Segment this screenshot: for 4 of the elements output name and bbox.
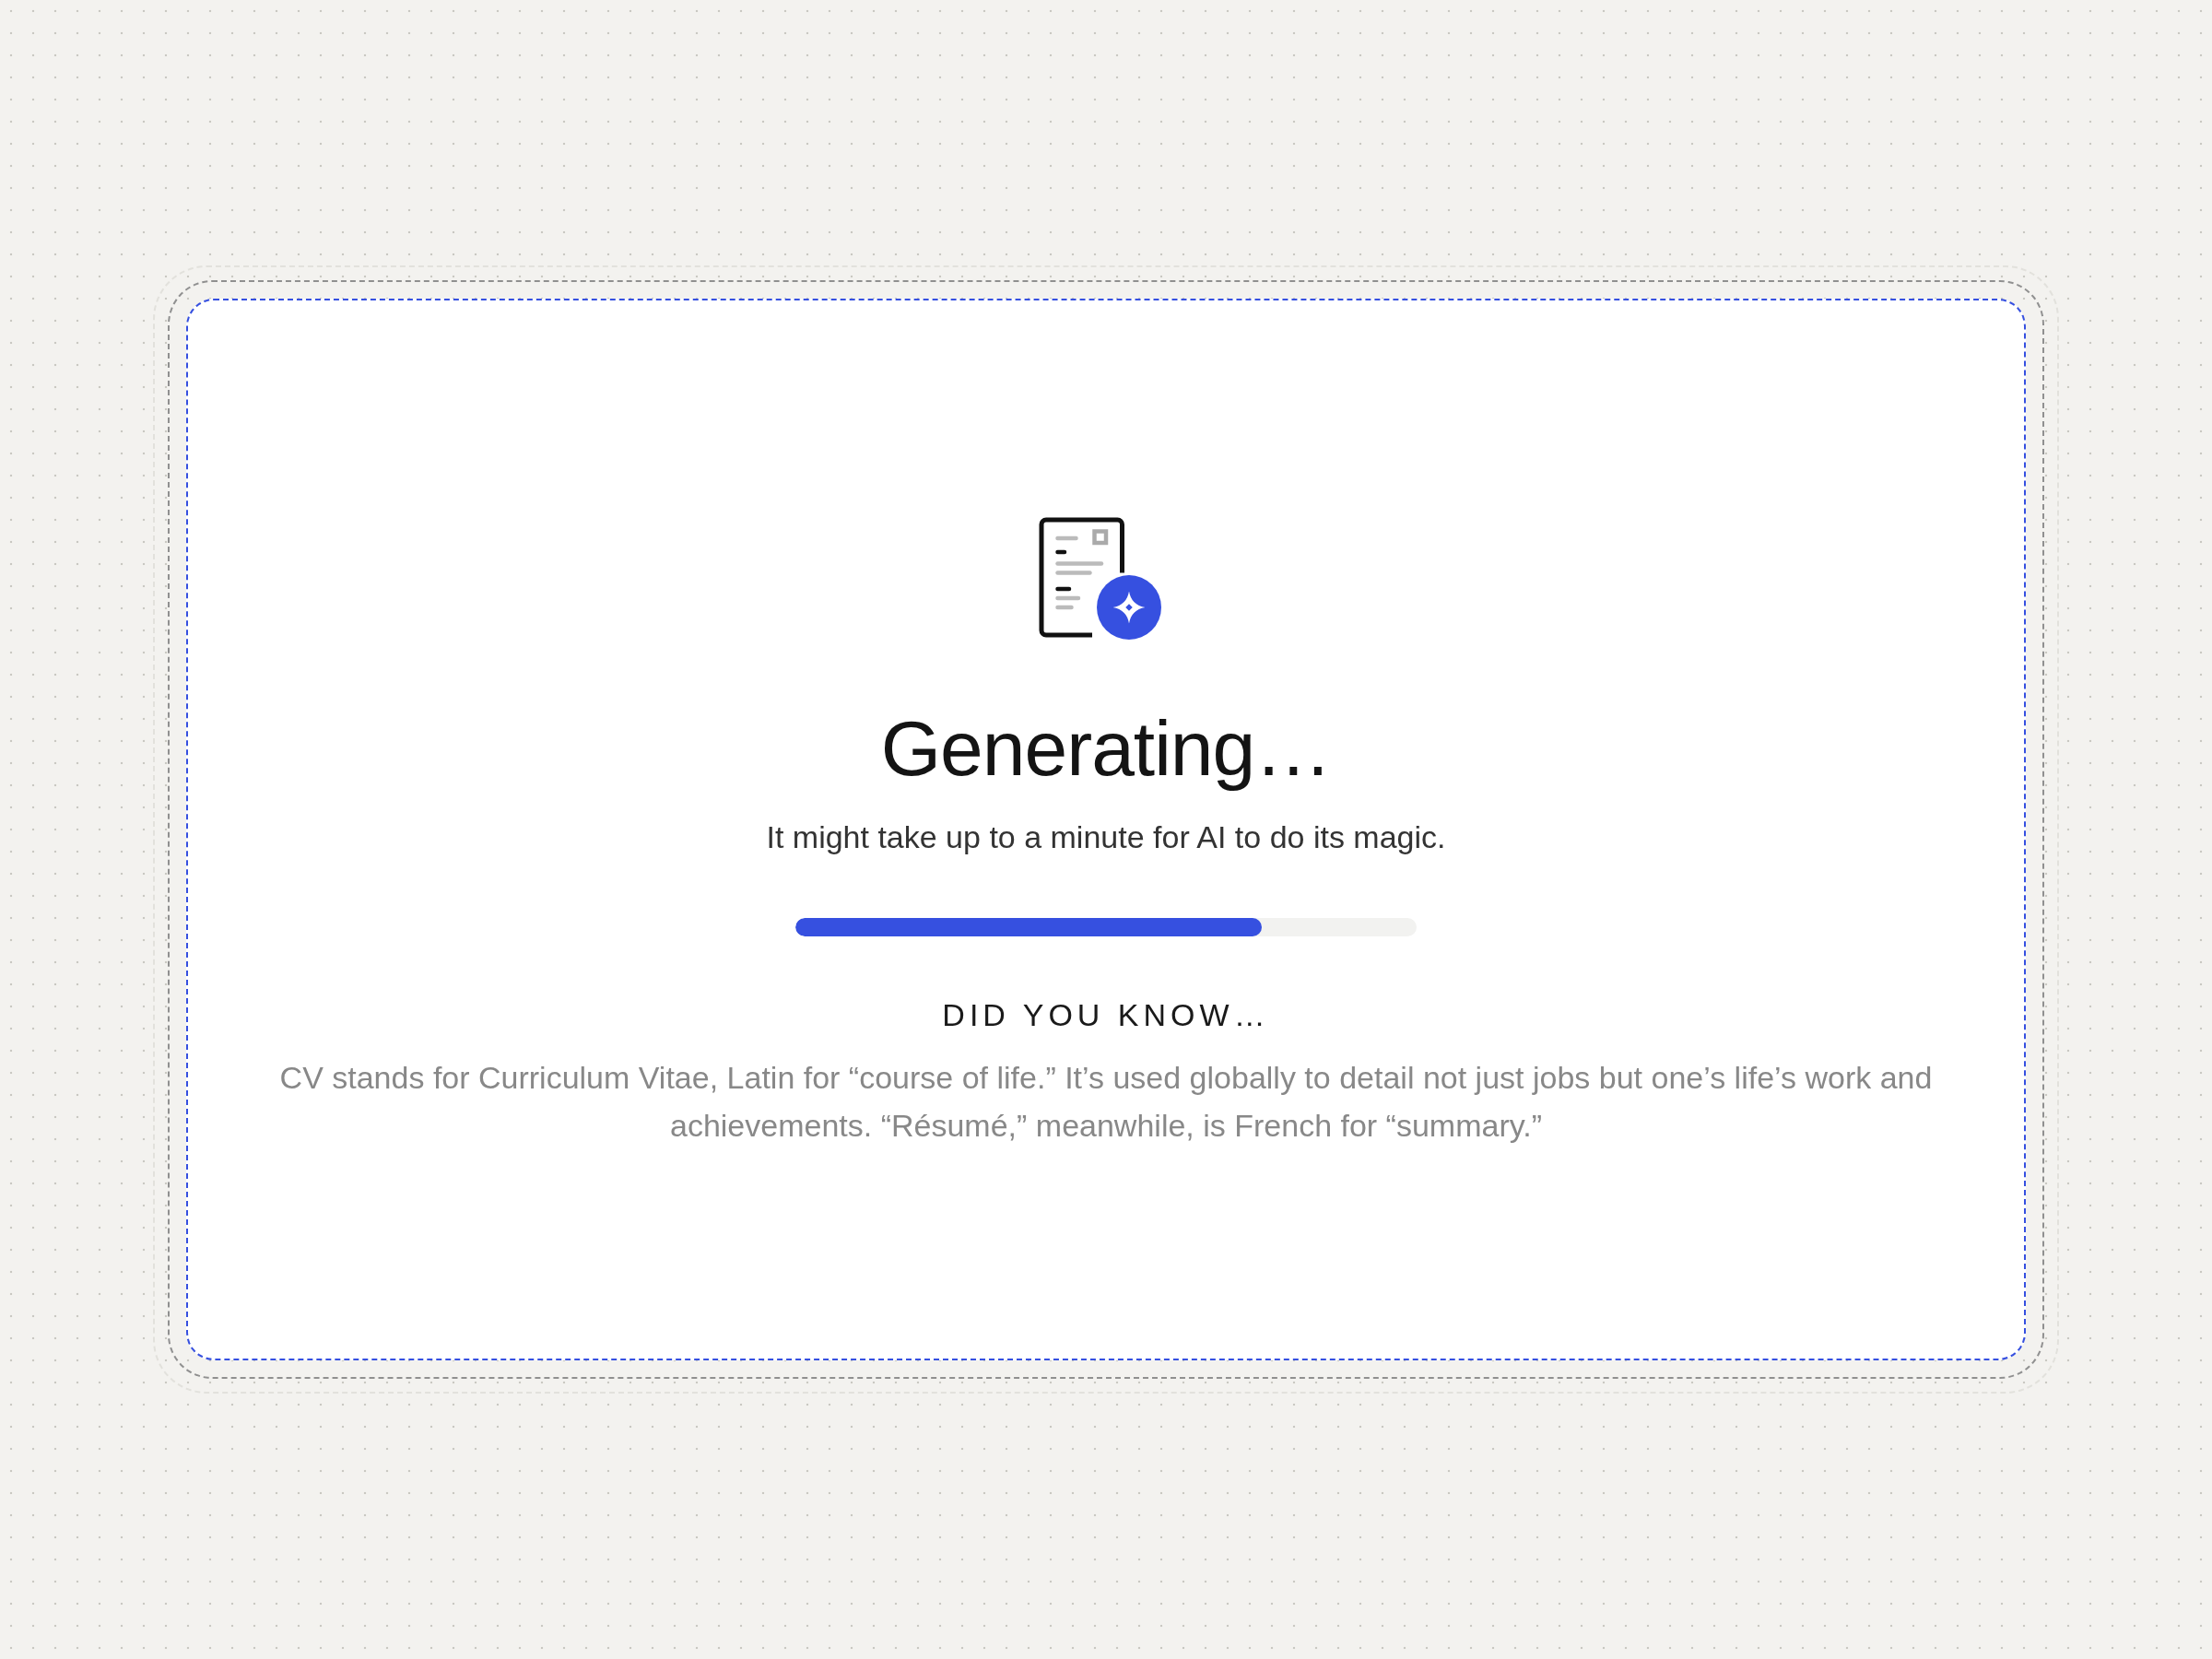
loading-title: Generating… [880, 704, 1332, 794]
loading-subtitle: It might take up to a minute for AI to do its magic. [766, 819, 1446, 855]
tip-heading: DID YOU KNOW… [942, 997, 1270, 1033]
tip-text: CV stands for Curriculum Vitae, Latin for “course of life.” It’s used globally to detail not just jobs but one’s life’s work and achievements. “Résumé,” meanwhile, is French for “summary.” [278, 1059, 1934, 1145]
